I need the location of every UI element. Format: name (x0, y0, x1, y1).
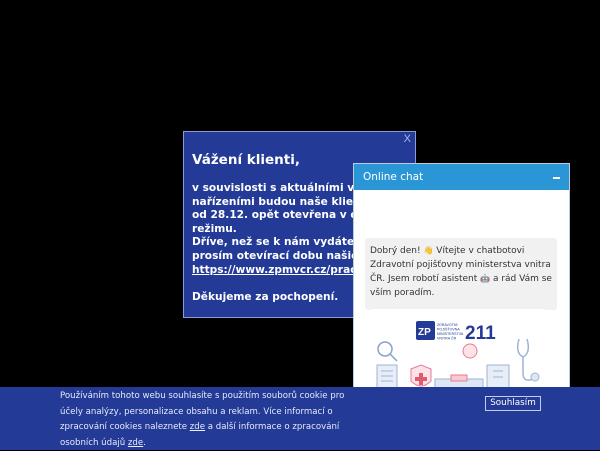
personal-data-link[interactable]: zde (128, 438, 143, 448)
cookie-text-line: . (143, 437, 146, 448)
chat-header[interactable]: Online chat (354, 164, 569, 190)
logo-text-line: ZDRAVOTNÍ (437, 323, 458, 327)
robot-icon: 🤖 (480, 274, 491, 283)
logo-text-line: POJIŠŤOVNA (437, 327, 460, 332)
chat-message: Dobrý den! 👋 Vítejte v chatbotovi Zdravo… (365, 238, 557, 310)
cookie-text-line: účely analýzy, personalizace obsahu a re… (60, 406, 333, 417)
cookie-text-line: Používáním tohoto webu souhlasíte s použ… (60, 391, 345, 401)
chat-title: Online chat (363, 171, 424, 183)
accept-cookies-button[interactable]: Souhlasím (485, 396, 541, 411)
chat-widget: Online chat Dobrý den! 👋 Vítejte v chatb… (353, 163, 570, 403)
announcement-title: Vážení klienti, (192, 152, 300, 168)
waving-hand-icon: 👋 (423, 246, 434, 255)
cookie-text-line: a další informace o zpracování (205, 422, 340, 432)
cookie-consent-bar: Používáním tohoto webu souhlasíte s použ… (0, 387, 600, 450)
close-icon[interactable]: X (404, 133, 411, 145)
minimize-icon[interactable] (553, 177, 560, 179)
cookie-info-link[interactable]: zde (190, 422, 205, 432)
cookie-text-line: zpracování cookies naleznete (60, 422, 190, 432)
cookie-text: Používáním tohoto webu souhlasíte s použ… (60, 389, 360, 451)
cookie-text-line: osobních údajů (60, 437, 128, 448)
chat-message-text: Dobrý den! (370, 246, 424, 256)
